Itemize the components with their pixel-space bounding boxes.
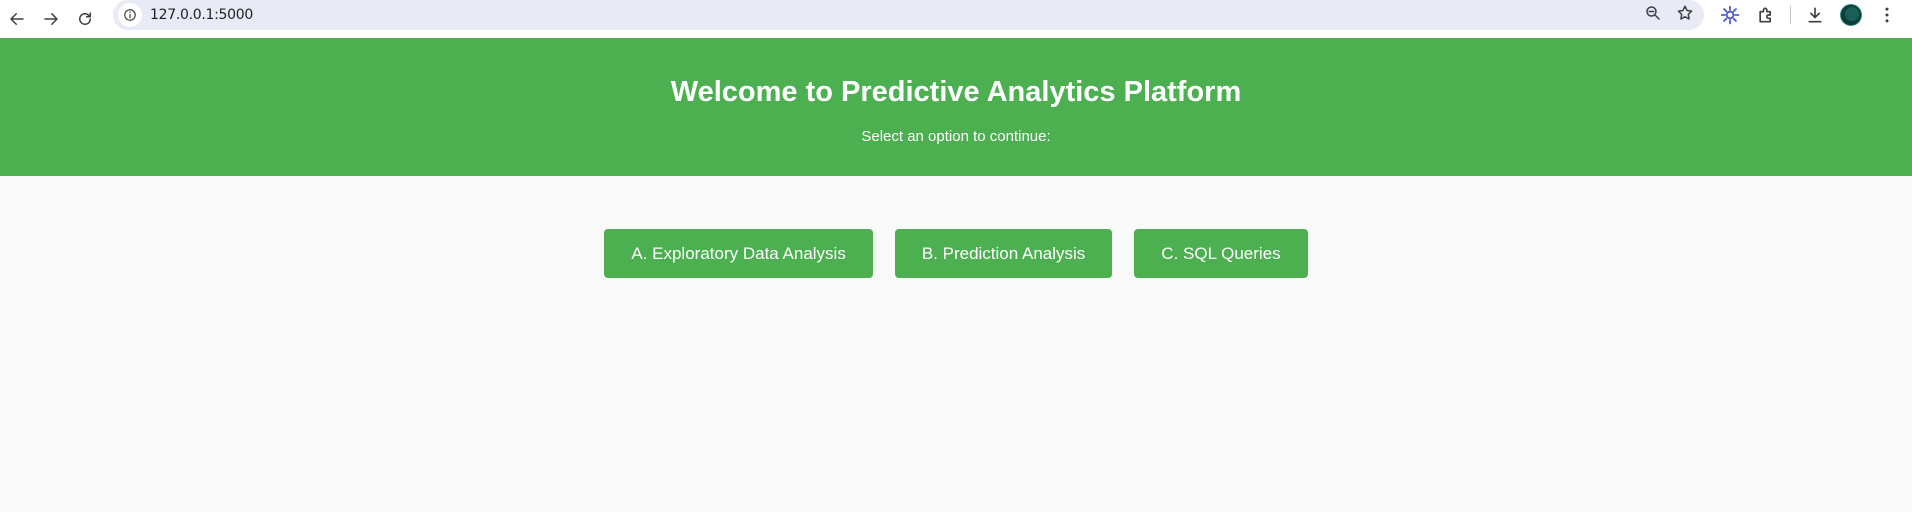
url-text[interactable]: 127.0.0.1:5000 (150, 7, 253, 23)
option-buttons: A. Exploratory Data Analysis B. Predicti… (0, 229, 1912, 278)
extension-gear-icon[interactable] (1712, 0, 1748, 30)
page-header: Welcome to Predictive Analytics Platform… (0, 38, 1912, 176)
profile-avatar[interactable] (1833, 0, 1869, 30)
site-info-icon[interactable] (118, 3, 142, 27)
zoom-icon[interactable] (1644, 4, 1662, 27)
eda-button[interactable]: A. Exploratory Data Analysis (604, 229, 873, 278)
navigation-buttons (0, 4, 102, 34)
page-subtitle: Select an option to continue: (861, 128, 1051, 145)
forward-icon[interactable] (34, 4, 68, 34)
back-icon[interactable] (0, 4, 34, 34)
browser-toolbar: 127.0.0.1:5000 (0, 0, 1912, 38)
sql-queries-button[interactable]: C. SQL Queries (1134, 229, 1308, 278)
reload-icon[interactable] (68, 4, 102, 34)
menu-kebab-icon[interactable] (1869, 0, 1905, 30)
download-icon[interactable] (1797, 0, 1833, 30)
bookmark-star-icon[interactable] (1676, 4, 1694, 27)
toolbar-divider (1790, 6, 1791, 24)
address-bar-actions (1644, 0, 1694, 30)
browser-toolbar-actions (1712, 0, 1905, 30)
page-title: Welcome to Predictive Analytics Platform (670, 76, 1242, 108)
extensions-puzzle-icon[interactable] (1748, 0, 1784, 30)
address-bar[interactable]: 127.0.0.1:5000 (113, 0, 1704, 30)
avatar (1840, 4, 1862, 26)
prediction-analysis-button[interactable]: B. Prediction Analysis (894, 229, 1113, 278)
